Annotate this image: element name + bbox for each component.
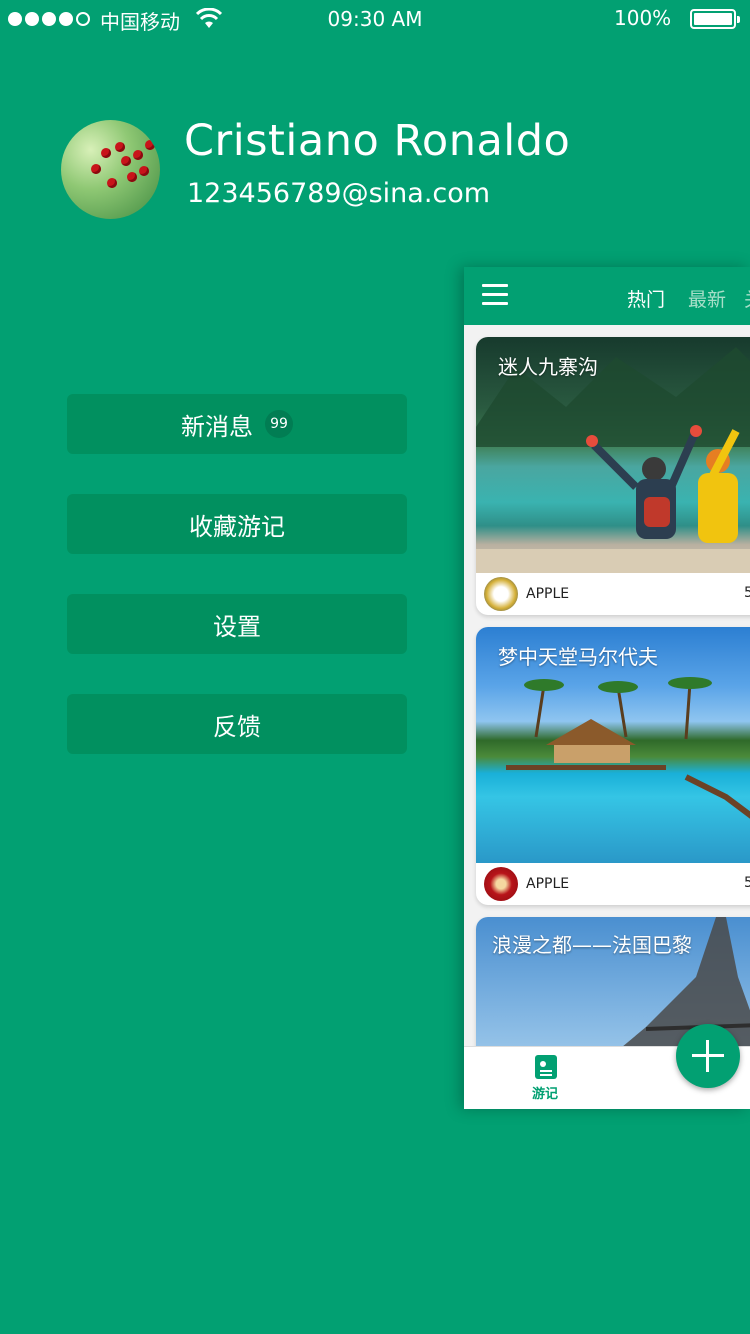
arsenal-logo-icon: [484, 867, 518, 901]
card-title: 梦中天堂马尔代夫: [498, 645, 658, 669]
battery-icon: [690, 9, 740, 29]
tab-hot[interactable]: 热门: [627, 285, 665, 312]
menu-item-feedback[interactable]: 反馈: [67, 694, 407, 754]
card-footer: APPLE 5: [476, 863, 750, 905]
menu-item-favorites[interactable]: 收藏游记: [67, 494, 407, 554]
travel-card[interactable]: 迷人九寨沟 APPLE 5: [476, 337, 750, 615]
card-image: 迷人九寨沟: [476, 337, 750, 573]
card-author: APPLE: [526, 876, 570, 892]
card-title: 浪漫之都——法国巴黎: [492, 933, 692, 957]
real-madrid-logo-icon: [484, 577, 518, 611]
status-bar: 中国移动 09:30 AM 100%: [0, 0, 750, 40]
card-footer: APPLE 5: [476, 573, 750, 615]
user-name: Cristiano Ronaldo: [184, 116, 571, 166]
menu-item-label: 新消息: [181, 412, 253, 441]
hamburger-menu-icon[interactable]: [482, 284, 508, 306]
user-avatar[interactable]: [61, 120, 160, 219]
menu-item-settings[interactable]: 设置: [67, 594, 407, 654]
battery-percentage: 100%: [614, 6, 672, 30]
tab-latest[interactable]: 最新: [688, 285, 726, 312]
main-screen-preview[interactable]: 热门 最新 关 迷人九寨沟 APPLE 5: [464, 267, 750, 1109]
menu-item-label: 收藏游记: [189, 512, 285, 541]
add-button[interactable]: [676, 1024, 740, 1088]
menu-item-label: 反馈: [213, 712, 261, 741]
user-email: 123456789@sina.com: [187, 178, 491, 209]
app-header: 热门 最新 关: [464, 267, 750, 325]
card-image: 梦中天堂马尔代夫: [476, 627, 750, 863]
card-author: APPLE: [526, 586, 570, 602]
card-count: 5: [744, 875, 750, 891]
card-title: 迷人九寨沟: [498, 355, 598, 379]
travel-notes-icon[interactable]: [535, 1055, 557, 1079]
card-count: 5: [744, 585, 750, 601]
unread-count-badge: 99: [265, 410, 293, 438]
menu-item-messages[interactable]: 新消息 99: [67, 394, 407, 454]
travel-card[interactable]: 梦中天堂马尔代夫 APPLE 5: [476, 627, 750, 905]
menu-item-label: 设置: [213, 612, 261, 641]
nav-label-travel-notes[interactable]: 游记: [532, 1083, 558, 1102]
tab-follow[interactable]: 关: [744, 285, 750, 312]
